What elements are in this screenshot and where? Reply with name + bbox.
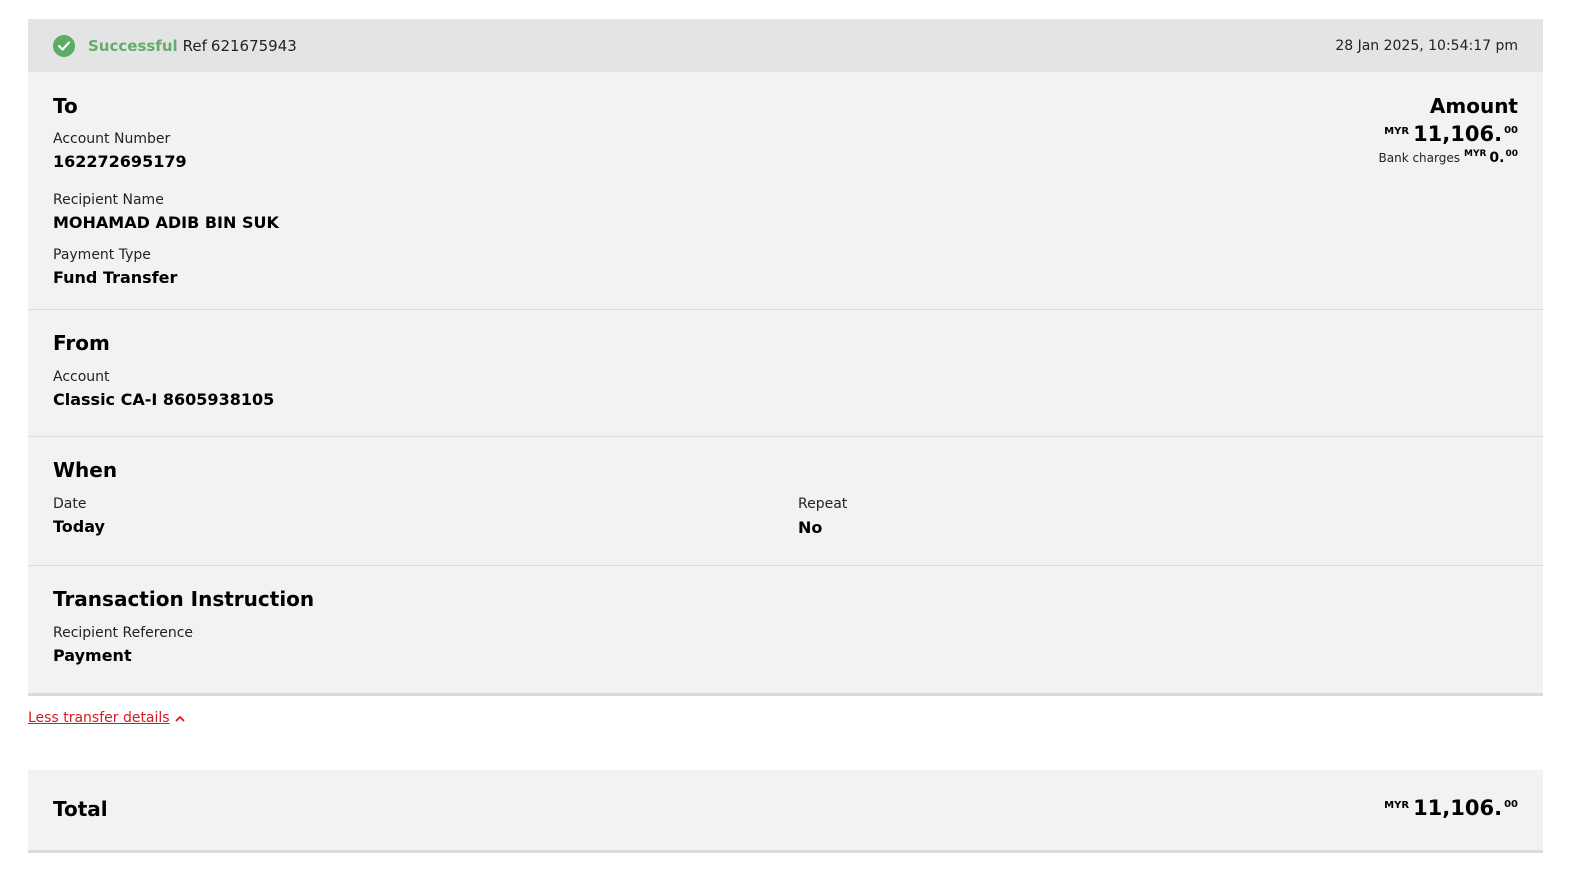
section-transaction-instruction: Transaction Instruction Recipient Refere… <box>28 566 1543 693</box>
status-text: Successful <box>88 36 178 55</box>
less-transfer-details-link[interactable]: Less transfer details <box>28 710 185 726</box>
ref-number: 621675943 <box>210 36 297 55</box>
transaction-timestamp: 28 Jan 2025, 10:54:17 pm <box>1335 37 1518 54</box>
from-account-value: Classic CA-I 8605938105 <box>53 390 275 409</box>
status-bar: Successful Ref 621675943 28 Jan 2025, 10… <box>28 19 1543 72</box>
date-label: Date <box>53 496 87 512</box>
payment-type-label: Payment Type <box>53 247 151 263</box>
status-summary: Successful Ref 621675943 <box>53 34 297 57</box>
total-currency: MYR <box>1384 800 1410 811</box>
bank-charges-main: 0. <box>1489 150 1505 166</box>
less-transfer-details-label: Less transfer details <box>28 710 170 726</box>
transfer-details-card: Successful Ref 621675943 28 Jan 2025, 10… <box>28 19 1543 696</box>
bank-charges-currency: MYR <box>1464 149 1487 159</box>
total-decimals: 00 <box>1504 799 1518 810</box>
account-number-value: 162272695179 <box>53 152 187 171</box>
section-to: To Account Number 162272695179 Recipient… <box>28 72 1543 310</box>
section-title-when: When <box>53 458 118 482</box>
total-card: Total MYR 11,106. 00 <box>28 770 1543 853</box>
section-title-instruction: Transaction Instruction <box>53 587 315 611</box>
recipient-reference-label: Recipient Reference <box>53 625 193 641</box>
recipient-name-label: Recipient Name <box>53 192 164 208</box>
amount-main: 11,106. <box>1413 122 1503 146</box>
payment-type-value: Fund Transfer <box>53 268 178 287</box>
section-title-from: From <box>53 331 110 355</box>
from-account-label: Account <box>53 369 110 385</box>
check-circle-icon <box>53 34 75 57</box>
section-from: From Account Classic CA-I 8605938105 <box>28 310 1543 437</box>
amount-decimals: 00 <box>1504 125 1518 136</box>
total-main: 11,106. <box>1413 796 1503 820</box>
recipient-name-value: MOHAMAD ADIB BIN SUK <box>53 213 279 232</box>
repeat-label: Repeat <box>798 496 848 512</box>
chevron-up-icon <box>175 710 185 726</box>
amount-value: MYR 11,106. 00 <box>1379 122 1518 146</box>
amount-currency: MYR <box>1384 126 1410 137</box>
bank-charges-decimals: 00 <box>1505 149 1518 159</box>
total-label: Total <box>53 797 108 821</box>
bank-charges-label: Bank charges <box>1378 151 1461 165</box>
amount-block: Amount MYR 11,106. 00 Bank charges MYR 0… <box>1379 94 1519 166</box>
bank-charges: Bank charges MYR 0. 00 <box>1379 148 1519 166</box>
total-amount: MYR 11,106. 00 <box>1384 796 1518 820</box>
date-value: Today <box>53 517 105 536</box>
amount-title: Amount <box>1429 94 1518 118</box>
section-title-to: To <box>53 94 78 118</box>
account-number-label: Account Number <box>53 131 171 147</box>
recipient-reference-value: Payment <box>53 646 132 665</box>
repeat-value: No <box>798 518 823 537</box>
ref-label: Ref <box>182 36 207 55</box>
section-when: When Date Today Repeat No <box>28 437 1543 566</box>
